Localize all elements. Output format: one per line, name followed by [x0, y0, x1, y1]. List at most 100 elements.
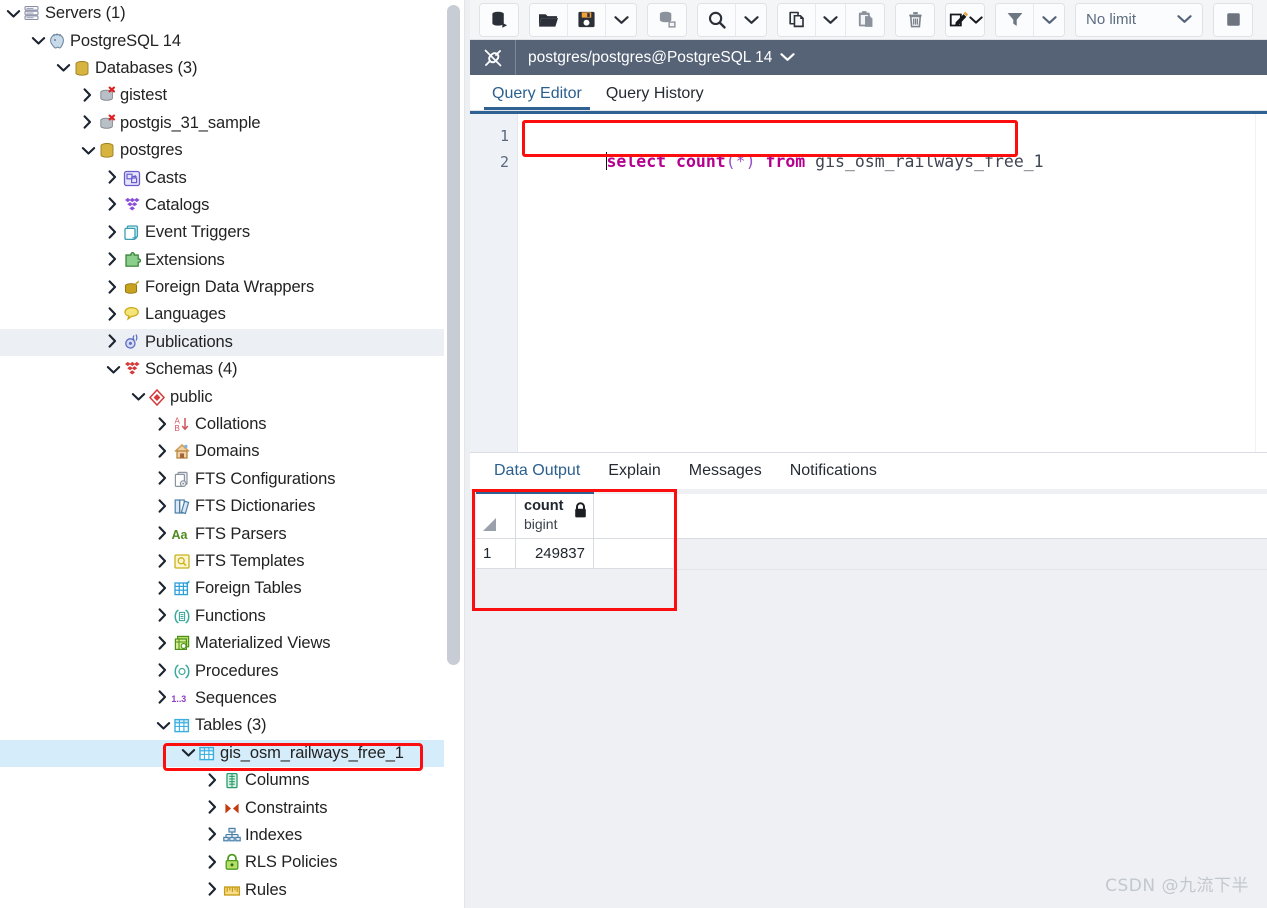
tree-scrollbar-thumb[interactable]	[447, 5, 460, 665]
chevron-right-icon[interactable]	[204, 827, 221, 843]
tree-item-fts-templates[interactable]: FTS Templates	[0, 548, 470, 575]
results-grid[interactable]: count bigint 1 249837	[476, 489, 673, 613]
execute-script-button[interactable]	[946, 3, 984, 36]
tree-item-postgis-31-sample[interactable]: postgis_31_sample	[0, 110, 470, 137]
chevron-down-icon[interactable]	[5, 5, 21, 22]
chevron-right-icon[interactable]	[104, 197, 121, 213]
chevron-down-icon[interactable]	[80, 142, 96, 159]
chevron-right-icon[interactable]	[204, 800, 221, 816]
chevron-right-icon[interactable]	[154, 416, 171, 433]
tree-item-domains[interactable]: Domains	[0, 438, 470, 465]
tree-item-collations[interactable]: A B Collations	[0, 411, 470, 438]
tab-query-editor[interactable]: Query Editor	[480, 85, 594, 110]
filter-options-caret[interactable]	[1034, 3, 1064, 36]
cell-count[interactable]: 249837	[516, 539, 594, 568]
filter-button[interactable]	[996, 3, 1034, 36]
tree-item-foreign-data-wrappers[interactable]: Foreign Data Wrappers	[0, 274, 470, 301]
editor-scrollbar[interactable]	[1255, 114, 1267, 452]
find-button[interactable]	[698, 3, 736, 36]
chevron-right-icon[interactable]	[79, 115, 96, 131]
tree-item-gistest[interactable]: gistest	[0, 82, 470, 109]
view-data-button[interactable]	[648, 3, 686, 36]
copy-options-caret[interactable]	[816, 3, 846, 36]
tree-item-rules[interactable]: Rules	[0, 877, 470, 904]
tree-item-tables-3[interactable]: Tables (3)	[0, 712, 470, 739]
tree-item-postgresql-14[interactable]: PostgreSQL 14	[0, 27, 470, 54]
tab-notifications[interactable]: Notifications	[776, 453, 891, 489]
tree-item-publications[interactable]: Publications	[0, 328, 470, 357]
tree-item-gis-osm-railways-free-1[interactable]: gis_osm_railways_free_1	[0, 739, 470, 767]
chevron-right-icon[interactable]	[104, 252, 121, 268]
object-browser-tree[interactable]: Servers (1) PostgreSQL 14 Databases (3) gis…	[0, 0, 470, 904]
save-file-button[interactable]	[568, 3, 606, 36]
table-row[interactable]: 1 249837	[476, 539, 673, 569]
tree-item-fts-configurations[interactable]: FTS Configurations	[0, 466, 470, 493]
tree-item-public[interactable]: public	[0, 383, 470, 410]
tree-item-foreign-tables[interactable]: Foreign Tables	[0, 575, 470, 602]
grid-corner-cell[interactable]	[476, 494, 516, 538]
tree-item-procedures[interactable]: Procedures	[0, 657, 470, 684]
chevron-right-icon[interactable]	[204, 855, 221, 871]
tree-item-schemas-4[interactable]: Schemas (4)	[0, 356, 470, 383]
chevron-right-icon[interactable]	[104, 225, 121, 241]
chevron-right-icon[interactable]	[104, 279, 121, 296]
tree-item-sequences[interactable]: 1..3 Sequences	[0, 685, 470, 712]
chevron-right-icon[interactable]	[154, 553, 171, 570]
chevron-right-icon[interactable]	[154, 663, 171, 679]
delete-row-button[interactable]	[896, 3, 934, 36]
chevron-right-icon[interactable]	[104, 334, 121, 350]
tree-item-event-triggers[interactable]: Event Triggers	[0, 219, 470, 246]
chevron-right-icon[interactable]	[204, 882, 221, 898]
chevron-down-icon[interactable]	[55, 60, 71, 77]
tree-item-columns[interactable]: Columns	[0, 767, 470, 794]
tree-item-fts-dictionaries[interactable]: FTS Dictionaries	[0, 493, 470, 520]
open-file-button[interactable]	[530, 3, 568, 36]
chevron-right-icon[interactable]	[154, 690, 171, 706]
chevron-down-icon[interactable]	[155, 717, 171, 734]
tree-item-catalogs[interactable]: Catalogs	[0, 192, 470, 219]
tab-explain[interactable]: Explain	[594, 453, 674, 489]
chevron-right-icon[interactable]	[79, 88, 96, 104]
chevron-down-icon[interactable]	[780, 49, 795, 67]
tab-messages[interactable]: Messages	[675, 453, 776, 489]
chevron-down-icon[interactable]	[180, 745, 196, 762]
chevron-right-icon[interactable]	[154, 608, 171, 624]
save-options-caret[interactable]	[606, 3, 636, 36]
chevron-right-icon[interactable]	[154, 526, 171, 542]
tree-item-languages[interactable]: Languages	[0, 301, 470, 328]
tree-item-servers-1[interactable]: Servers (1)	[0, 0, 470, 27]
connection-bar[interactable]: postgres/postgres@PostgreSQL 14	[470, 40, 1267, 75]
tree-item-indexes[interactable]: Indexes	[0, 822, 470, 849]
tree-item-materialized-views[interactable]: Materialized Views	[0, 630, 470, 657]
copy-button[interactable]	[778, 3, 816, 36]
tree-item-extensions[interactable]: Extensions	[0, 247, 470, 274]
chevron-right-icon[interactable]	[154, 444, 171, 460]
tree-item-fts-parsers[interactable]: Aa FTS Parsers	[0, 520, 470, 547]
chevron-right-icon[interactable]	[154, 471, 171, 487]
chevron-down-icon[interactable]	[105, 361, 121, 378]
tab-query-history[interactable]: Query History	[594, 85, 716, 110]
tree-item-postgres[interactable]: postgres	[0, 137, 470, 164]
tree-item-constraints[interactable]: Constraints	[0, 794, 470, 821]
tree-item-rls-policies[interactable]: RLS Policies	[0, 849, 470, 876]
tab-data-output[interactable]: Data Output	[480, 453, 594, 489]
stop-query-button[interactable]	[1214, 3, 1252, 36]
open-query-tool-button[interactable]	[480, 3, 518, 36]
chevron-right-icon[interactable]	[154, 636, 171, 652]
find-options-caret[interactable]	[736, 3, 766, 36]
row-limit-select[interactable]: No limit	[1075, 2, 1203, 37]
sql-editor[interactable]: 1 2 select count(*) from gis_osm_railway…	[470, 111, 1267, 452]
sql-code-area[interactable]: select count(*) from gis_osm_railways_fr…	[518, 114, 1267, 452]
tree-scrollbar-track[interactable]	[444, 0, 464, 908]
chevron-right-icon[interactable]	[154, 499, 171, 515]
chevron-right-icon[interactable]	[104, 170, 121, 186]
tree-item-databases-3[interactable]: Databases (3)	[0, 55, 470, 82]
chevron-right-icon[interactable]	[104, 307, 121, 323]
chevron-down-icon[interactable]	[130, 389, 146, 406]
grid-column-header[interactable]: count bigint	[516, 494, 594, 538]
chevron-down-icon[interactable]	[30, 33, 46, 50]
chevron-right-icon[interactable]	[204, 772, 221, 789]
connection-string[interactable]: postgres/postgres@PostgreSQL 14	[516, 49, 795, 67]
tree-item-functions[interactable]: Functions	[0, 603, 470, 630]
paste-button[interactable]	[846, 3, 884, 36]
